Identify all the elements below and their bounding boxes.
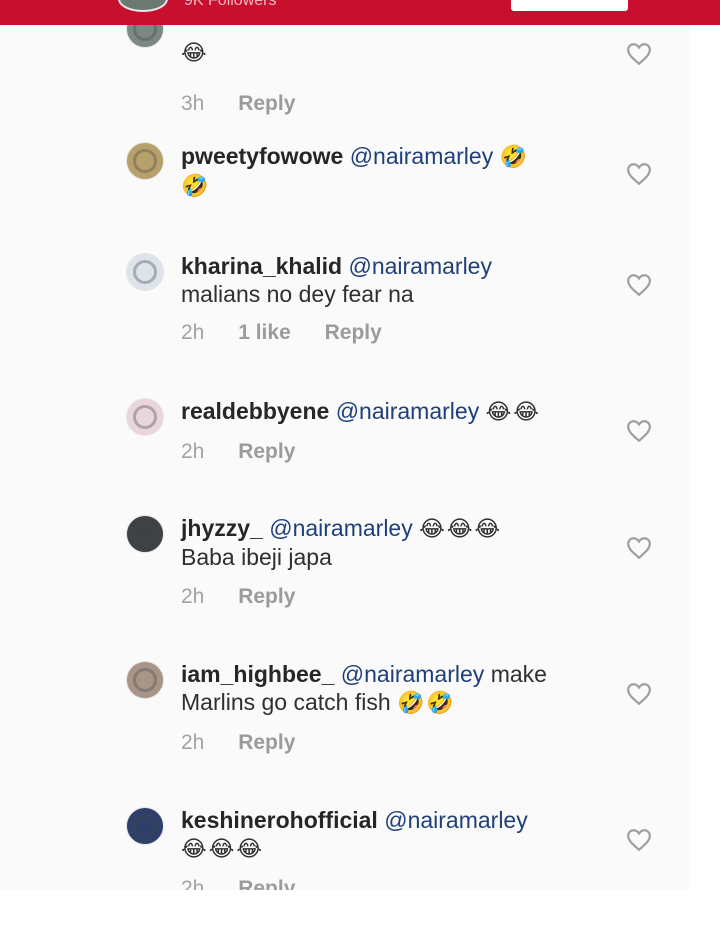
bottom-blank-area: [0, 890, 720, 945]
comment-item: jhyzzy_ @nairamarley 😂😂😂 Baba ibeji japa…: [0, 513, 690, 623]
avatar[interactable]: [126, 661, 164, 699]
like-heart-icon[interactable]: [626, 419, 652, 443]
comment-text: pweetyfowowe @nairamarley 🤣 🤣: [181, 142, 581, 200]
comment-meta: 2h Reply: [181, 731, 323, 755]
avatar[interactable]: [126, 253, 164, 291]
comment-text: kharina_khalid @nairamarley malians no d…: [181, 252, 581, 308]
reply-button[interactable]: Reply: [325, 321, 382, 344]
mention-link[interactable]: @nairamarley: [336, 398, 480, 424]
comment-item: kharina_khalid @nairamarley malians no d…: [0, 251, 690, 361]
reply-button[interactable]: Reply: [238, 731, 295, 754]
comment-time: 2h: [181, 440, 205, 463]
rofl-emoji-icon: 🤣: [499, 144, 530, 169]
comment-item: iam_highbee_ @nairamarley make Marlins g…: [0, 659, 690, 769]
comment-time: 2h: [181, 731, 205, 754]
avatar[interactable]: [126, 25, 164, 48]
rofl-emoji-icon: 🤣: [181, 173, 211, 198]
like-heart-icon[interactable]: [626, 682, 652, 706]
like-heart-icon[interactable]: [626, 536, 652, 560]
top-bar: 9K Followers: [0, 0, 720, 25]
comment-body: Marlins go catch fish: [181, 689, 391, 715]
comment-time: 3h: [181, 92, 205, 115]
comment-meta: 2h Reply: [181, 877, 323, 890]
comment-meta: 2h Reply: [181, 440, 323, 464]
avatar[interactable]: [126, 142, 164, 180]
comments-list[interactable]: 😂 3h Reply pweetyfowowe @nairamarley 🤣 🤣: [0, 25, 690, 890]
comment-text: keshinerohofficial @nairamarley 😂😂😂: [181, 806, 581, 863]
comment-item: 😂 3h Reply: [0, 25, 690, 120]
comment-username[interactable]: realdebbyene: [181, 398, 329, 424]
mention-link[interactable]: @nairamarley: [350, 143, 494, 169]
comment-time: 2h: [181, 321, 205, 344]
comment-username[interactable]: pweetyfowowe: [181, 143, 343, 169]
mention-link[interactable]: @nairamarley: [269, 515, 413, 541]
like-heart-icon[interactable]: [626, 42, 652, 66]
comment-body-start: make: [490, 661, 547, 687]
comment-item: pweetyfowowe @nairamarley 🤣 🤣: [0, 138, 690, 228]
comment-text: realdebbyene @nairamarley 😂😂: [181, 397, 581, 426]
comment-text: jhyzzy_ @nairamarley 😂😂😂 Baba ibeji japa: [181, 514, 581, 571]
laughing-emoji-icon: 😂😂: [485, 399, 542, 424]
comment-text: iam_highbee_ @nairamarley make Marlins g…: [181, 660, 581, 717]
likes-count[interactable]: 1 like: [238, 321, 291, 344]
comment-meta: 2h Reply: [181, 585, 323, 609]
comment-username[interactable]: kharina_khalid: [181, 253, 342, 279]
laughing-emoji-icon: 😂😂😂: [181, 836, 265, 861]
comment-username[interactable]: keshinerohofficial: [181, 807, 378, 833]
like-heart-icon[interactable]: [626, 162, 652, 186]
avatar[interactable]: [126, 515, 164, 553]
mention-link[interactable]: @nairamarley: [341, 661, 485, 687]
comment-username[interactable]: jhyzzy_: [181, 515, 263, 541]
follow-button[interactable]: [511, 0, 628, 11]
avatar[interactable]: [126, 398, 164, 436]
mention-link[interactable]: @nairamarley: [348, 253, 492, 279]
reply-button[interactable]: Reply: [238, 440, 295, 463]
comment-meta: 3h Reply: [181, 92, 323, 116]
like-heart-icon[interactable]: [626, 273, 652, 297]
followers-count: 9K Followers: [184, 0, 277, 9]
comment-body: Baba ibeji japa: [181, 544, 332, 570]
comment-body: malians no dey fear na: [181, 281, 414, 307]
laughing-emoji-icon: 😂😂😂: [419, 516, 503, 541]
like-heart-icon[interactable]: [626, 828, 652, 852]
comment-time: 2h: [181, 585, 205, 608]
mention-link[interactable]: @nairamarley: [384, 807, 528, 833]
comment-item: realdebbyene @nairamarley 😂😂 2h Reply: [0, 396, 690, 486]
laughing-emoji-icon: 😂: [181, 40, 209, 65]
reply-button[interactable]: Reply: [238, 585, 295, 608]
reply-button[interactable]: Reply: [238, 92, 295, 115]
reply-button[interactable]: Reply: [238, 877, 295, 890]
comment-time: 2h: [181, 877, 205, 890]
comment-meta: 2h 1 like Reply: [181, 321, 410, 345]
comment-text: 😂: [181, 38, 581, 67]
rofl-emoji-icon: 🤣🤣: [397, 690, 456, 715]
avatar[interactable]: [126, 807, 164, 845]
profile-avatar[interactable]: [118, 0, 168, 12]
comment-item: keshinerohofficial @nairamarley 😂😂😂 2h R…: [0, 805, 690, 890]
comment-username[interactable]: iam_highbee_: [181, 661, 334, 687]
